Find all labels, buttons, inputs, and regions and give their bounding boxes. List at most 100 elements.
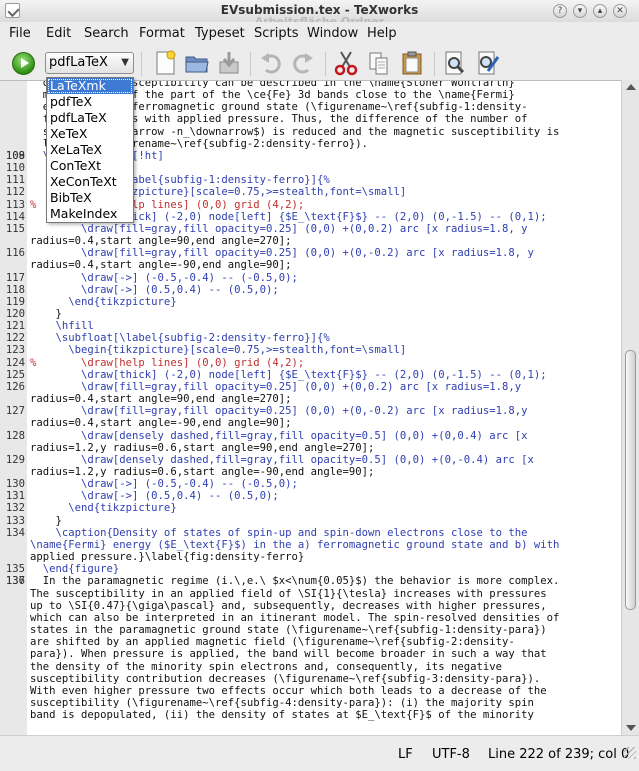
code-line[interactable]: 131 \draw[->] (0.5,0.4) -- (0.5,0);	[0, 490, 621, 502]
code-line[interactable]: 134 \caption{Density of states of spin-u…	[0, 527, 621, 539]
code-line[interactable]: which can also be interpreted in an itin…	[0, 612, 621, 624]
menu-bar: File Edit Search Format Typeset Scripts …	[0, 22, 639, 46]
engine-dropdown-list: LaTeXmk pdfTeX pdfLaTeX XeTeX XeLaTeX ConTeXt…	[46, 77, 134, 223]
code-text: \end{tikzpicture}	[30, 502, 177, 515]
code-line[interactable]: radius=0.4,start angle=90,end angle=270]…	[0, 393, 621, 405]
code-line[interactable]: radius=0.4,start angle=-90,end angle=90]…	[0, 417, 621, 429]
code-line[interactable]: 116 \draw[fill=gray,fill opacity=0.25] (…	[0, 247, 621, 259]
code-line[interactable]: the density of the minority spin electro…	[0, 661, 621, 673]
menu-search[interactable]: Search	[84, 26, 129, 41]
code-line[interactable]: applied pressure.}\label{fig:density-fer…	[0, 551, 621, 563]
scroll-down-icon[interactable]	[626, 725, 636, 731]
code-line[interactable]: band is depopulated, (ii) the density of…	[0, 709, 621, 721]
code-text: radius=1.2,y radius=0.6,start angle=-90,…	[30, 466, 375, 478]
menu-edit[interactable]: Edit	[46, 26, 71, 41]
code-line[interactable]: 137 In the paramagnetic regime (i.\,e.\ …	[0, 575, 621, 587]
code-line[interactable]: 127 \draw[fill=gray,fill opacity=0.25] (…	[0, 405, 621, 417]
engine-option[interactable]: XeConTeXt	[47, 174, 133, 190]
new-document-icon[interactable]	[151, 49, 179, 77]
menu-format[interactable]: Format	[139, 26, 185, 41]
resize-grip-icon[interactable]	[624, 747, 636, 759]
engine-option[interactable]: BibTeX	[47, 190, 133, 206]
window-subtitle: Arbeitsfläche Ordner	[254, 15, 385, 22]
code-line[interactable]: 130 \draw[->] (-0.5,-0.4) -- (-0.5,0);	[0, 478, 621, 490]
cut-icon[interactable]	[332, 49, 360, 77]
line-ending-indicator[interactable]: LF	[398, 747, 413, 762]
typeset-engine-select[interactable]: pdfLaTeX ▼	[45, 52, 134, 74]
code-line[interactable]: 129 \draw[densely dashed,fill=gray,fill …	[0, 454, 621, 466]
code-line[interactable]: The susceptibility in an applied field o…	[0, 588, 621, 600]
code-line[interactable]: 118 \draw[->] (0.5,0.4) -- (0.5,0);	[0, 284, 621, 296]
engine-option[interactable]: XeLaTeX	[47, 142, 133, 158]
code-line[interactable]: radius=0.4,start angle=90,end angle=270]…	[0, 235, 621, 247]
save-icon[interactable]	[215, 49, 243, 77]
close-button[interactable]: ✕	[613, 4, 627, 18]
code-line[interactable]: \name{Fermi} energy ($E_\text{F}$) in th…	[0, 539, 621, 551]
replace-icon[interactable]	[474, 49, 502, 77]
code-line[interactable]: 122 \subfloat[\label{subfig-2:density-fe…	[0, 332, 621, 344]
line-number: 120	[5, 307, 25, 320]
engine-option[interactable]: XeTeX	[47, 126, 133, 142]
line-number: 116	[5, 247, 25, 260]
code-line[interactable]: With even higher pressure two effects oc…	[0, 685, 621, 697]
engine-option[interactable]: pdfLaTeX	[47, 110, 133, 126]
open-folder-icon[interactable]	[183, 49, 211, 77]
code-line[interactable]: up to \SI{0.47}{\giga\pascal} and, subse…	[0, 600, 621, 612]
maximize-button[interactable]: ▴	[593, 4, 607, 18]
code-text: radius=0.4,start angle=90,end angle=270]…	[30, 393, 292, 406]
engine-option[interactable]: pdfTeX	[47, 94, 133, 110]
code-line[interactable]: susceptibility (\figurename~\ref{subfig-…	[0, 697, 621, 709]
code-line[interactable]: 135 \end{figure}	[0, 563, 621, 575]
code-line[interactable]: 117 \draw[->] (-0.5,-0.4) -- (-0.5,0);	[0, 272, 621, 284]
find-icon[interactable]	[441, 49, 469, 77]
code-line[interactable]: 115 \draw[fill=gray,fill opacity=0.25] (…	[0, 223, 621, 235]
engine-option[interactable]: LaTeXmk	[47, 78, 133, 94]
code-line[interactable]: 125 \draw[thick] (-2,0) node[left] {$E_\…	[0, 369, 621, 381]
code-line[interactable]: 123 \begin{tikzpicture}[scale=0.75,>=ste…	[0, 344, 621, 356]
help-window-button[interactable]: ?	[553, 4, 567, 18]
encoding-indicator[interactable]: UTF-8	[432, 747, 470, 762]
copy-icon[interactable]	[365, 49, 393, 77]
code-line[interactable]: 132 \end{tikzpicture}	[0, 502, 621, 514]
menu-scripts[interactable]: Scripts	[254, 26, 298, 41]
code-line[interactable]: 128 \draw[densely dashed,fill=gray,fill …	[0, 430, 621, 442]
code-text: \draw[->] (-0.5,-0.4) -- (-0.5,0);	[30, 271, 298, 284]
scroll-up-icon[interactable]	[626, 84, 636, 90]
code-line[interactable]: susceptibility contribution decreases (\…	[0, 673, 621, 685]
code-line[interactable]: are shifted by an applied magnetic field…	[0, 636, 621, 648]
code-line[interactable]: 120 }	[0, 308, 621, 320]
code-line[interactable]: 119 \end{tikzpicture}	[0, 296, 621, 308]
toolbar-separator	[250, 52, 251, 76]
code-text: \draw[thick] (-2,0) node[left] {$E_\text…	[30, 368, 547, 381]
code-text: susceptibility contribution decreases (\…	[30, 672, 541, 685]
engine-option[interactable]: ConTeXt	[47, 158, 133, 174]
menu-typeset[interactable]: Typeset	[195, 26, 245, 41]
code-line[interactable]: 121 \hfill	[0, 320, 621, 332]
code-line[interactable]: states in the paramagnetic ground state …	[0, 624, 621, 636]
line-number: 117	[5, 271, 25, 284]
vertical-scrollbar[interactable]	[621, 80, 639, 735]
menu-file[interactable]: File	[9, 26, 31, 41]
engine-option[interactable]: MakeIndex	[47, 206, 133, 222]
code-text: \draw[fill=gray,fill opacity=0.25] (0,0)…	[30, 247, 534, 260]
play-icon[interactable]	[12, 52, 35, 75]
undo-icon[interactable]	[257, 49, 285, 77]
line-number: 134	[5, 526, 25, 539]
menu-help[interactable]: Help	[367, 26, 397, 41]
paste-icon[interactable]	[398, 49, 426, 77]
menu-window[interactable]: Window	[307, 26, 358, 41]
code-line[interactable]: para}). When pressure is applied, the ba…	[0, 648, 621, 660]
code-text: states in the paramagnetic ground state …	[30, 624, 547, 637]
minimize-button[interactable]: ▾	[573, 4, 587, 18]
code-line[interactable]: radius=1.2,y radius=0.6,start angle=-90,…	[0, 466, 621, 478]
scrollbar-thumb[interactable]	[625, 350, 636, 610]
code-line[interactable]: 133 }	[0, 515, 621, 527]
redo-icon[interactable]	[289, 49, 317, 77]
code-line[interactable]: 126 \draw[fill=gray,fill opacity=0.25] (…	[0, 381, 621, 393]
title-bar[interactable]: EVsubmission.tex - TeXworks Arbeitsfläch…	[0, 0, 639, 23]
code-line[interactable]: radius=0.4,start angle=-90,end angle=90]…	[0, 259, 621, 271]
code-line[interactable]: radius=1.2,y radius=0.6,start angle=90,e…	[0, 442, 621, 454]
code-line[interactable]: 124 % \draw[help lines] (0,0) grid (4,2);	[0, 357, 621, 369]
line-number: 114	[5, 210, 25, 223]
line-number: 125	[5, 368, 25, 381]
